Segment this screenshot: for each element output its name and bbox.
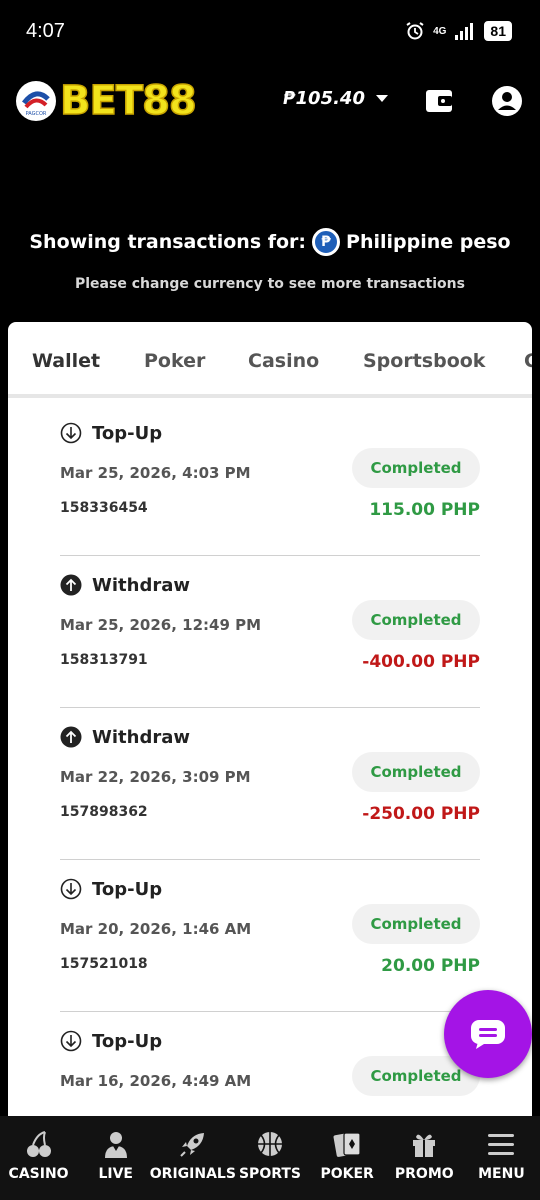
balance-amount: ₱105.40 xyxy=(283,88,365,109)
transaction-type-label: Top-Up xyxy=(92,878,163,900)
transaction-row[interactable]: Top-Up Mar 25, 2026, 4:03 PM 158336454 C… xyxy=(60,404,480,556)
nav-live[interactable]: LIVE xyxy=(81,1128,151,1182)
transaction-row[interactable]: Top-Up Mar 20, 2026, 1:46 AM 157521018 C… xyxy=(60,860,480,1012)
transaction-amount: -400.00 PHP xyxy=(362,652,480,672)
transaction-row[interactable]: Withdraw Mar 25, 2026, 12:49 PM 15831379… xyxy=(60,556,480,708)
transaction-type-label: Top-Up xyxy=(92,1030,163,1052)
transaction-type: Withdraw xyxy=(60,574,190,596)
arrow-down-circle-icon xyxy=(60,1030,82,1052)
transaction-amount: 20.00 PHP xyxy=(381,956,480,976)
wallet-icon[interactable] xyxy=(424,86,454,116)
transaction-date: Mar 25, 2026, 4:03 PM xyxy=(60,464,251,482)
screen: 4:07 4G 81 PAGCOR BET88 ₱105.40 Showing … xyxy=(0,0,540,1200)
transaction-id: 158336454 xyxy=(60,500,148,516)
transaction-date: Mar 20, 2026, 1:46 AM xyxy=(60,920,252,938)
brand-name: BET88 xyxy=(59,77,197,125)
cards-icon xyxy=(333,1132,361,1157)
battery-indicator: 81 xyxy=(484,21,512,41)
chat-icon xyxy=(471,1020,505,1049)
nav-label: SPORTS xyxy=(238,1166,301,1182)
dealer-icon xyxy=(104,1132,127,1158)
peso-currency-icon: ₱ xyxy=(312,228,341,256)
transaction-row[interactable]: Top-Up Mar 16, 2026, 4:49 AM Completed xyxy=(60,1012,480,1122)
status-badge: Completed xyxy=(352,752,480,792)
nav-menu[interactable]: MENU xyxy=(466,1128,536,1182)
cherries-icon xyxy=(26,1131,51,1157)
transaction-tabs: Wallet Poker Casino Sportsbook C xyxy=(8,322,532,398)
transaction-type: Top-Up xyxy=(60,422,162,444)
nav-poker[interactable]: POKER xyxy=(312,1128,382,1182)
transaction-id: 158313791 xyxy=(60,652,148,668)
nav-label: POKER xyxy=(320,1166,374,1182)
transaction-id: 157898362 xyxy=(60,804,148,820)
status-icons: 4G 81 xyxy=(405,21,512,41)
nav-label: CASINO xyxy=(8,1166,69,1182)
active-tab-indicator xyxy=(8,394,120,398)
profile-icon[interactable] xyxy=(490,84,524,118)
nav-casino[interactable]: CASINO xyxy=(4,1128,74,1182)
transaction-type: Top-Up xyxy=(60,1030,162,1052)
status-time: 4:07 xyxy=(26,19,65,42)
nav-sports[interactable]: SPORTS xyxy=(235,1128,305,1182)
alarm-icon xyxy=(406,22,424,40)
status-badge: Completed xyxy=(352,600,480,640)
nav-label: ORIGINALS xyxy=(149,1166,236,1182)
transaction-id: 157521018 xyxy=(60,956,148,972)
nav-label: MENU xyxy=(478,1166,525,1182)
svg-text:PAGCOR: PAGCOR xyxy=(26,111,47,117)
rocket-icon xyxy=(180,1133,204,1157)
transaction-date: Mar 22, 2026, 3:09 PM xyxy=(60,768,251,786)
arrow-down-circle-icon xyxy=(60,422,82,444)
app-header: PAGCOR BET88 ₱105.40 xyxy=(0,72,540,132)
status-bar: 4:07 4G 81 xyxy=(0,0,540,62)
transaction-type: Withdraw xyxy=(60,726,190,748)
transaction-type-label: Withdraw xyxy=(92,574,190,596)
balance-dropdown[interactable]: ₱105.40 xyxy=(283,88,389,109)
nav-label: LIVE xyxy=(98,1166,133,1182)
network-label: 4G xyxy=(433,25,447,37)
tab-more[interactable]: C xyxy=(524,350,532,372)
nav-label: PROMO xyxy=(394,1166,454,1182)
transaction-date: Mar 16, 2026, 4:49 AM xyxy=(60,1072,252,1090)
transactions-heading: Showing transactions for: ₱ Philippine p… xyxy=(0,228,540,256)
arrow-up-circle-icon xyxy=(60,574,82,596)
tab-wallet[interactable]: Wallet xyxy=(32,350,100,372)
chat-button[interactable] xyxy=(444,990,532,1078)
tab-casino[interactable]: Casino xyxy=(248,350,319,372)
hamburger-icon xyxy=(488,1134,515,1155)
nav-promo[interactable]: PROMO xyxy=(389,1128,459,1182)
showing-label: Showing transactions for: xyxy=(29,231,307,253)
transaction-amount: -250.00 PHP xyxy=(362,804,480,824)
transactions-card: Wallet Poker Casino Sportsbook C Top-Up … xyxy=(8,322,532,1122)
transaction-amount: 115.00 PHP xyxy=(369,500,480,520)
tab-sportsbook[interactable]: Sportsbook xyxy=(363,350,485,372)
brand-logo[interactable]: PAGCOR BET88 xyxy=(16,77,198,125)
pagcor-logo-icon: PAGCOR xyxy=(16,81,56,121)
basketball-icon xyxy=(257,1132,282,1156)
status-badge: Completed xyxy=(352,904,480,944)
gift-icon xyxy=(413,1134,436,1157)
arrow-up-circle-icon xyxy=(60,726,82,748)
transaction-type-label: Withdraw xyxy=(92,726,190,748)
bottom-navigation: CASINO LIVE ORIGINALS SPORTS POKER PROMO… xyxy=(0,1116,540,1200)
transaction-type-label: Top-Up xyxy=(92,422,163,444)
chevron-down-icon xyxy=(375,94,388,102)
currency-name: Philippine peso xyxy=(346,231,511,253)
transaction-date: Mar 25, 2026, 12:49 PM xyxy=(60,616,262,634)
arrow-down-circle-icon xyxy=(60,878,82,900)
currency-note: Please change currency to see more trans… xyxy=(75,276,465,292)
nav-originals[interactable]: ORIGINALS xyxy=(150,1128,236,1182)
transaction-type: Top-Up xyxy=(60,878,162,900)
signal-icon xyxy=(455,23,474,40)
status-badge: Completed xyxy=(352,448,480,488)
tab-poker[interactable]: Poker xyxy=(144,350,205,372)
transaction-row[interactable]: Withdraw Mar 22, 2026, 3:09 PM 157898362… xyxy=(60,708,480,860)
